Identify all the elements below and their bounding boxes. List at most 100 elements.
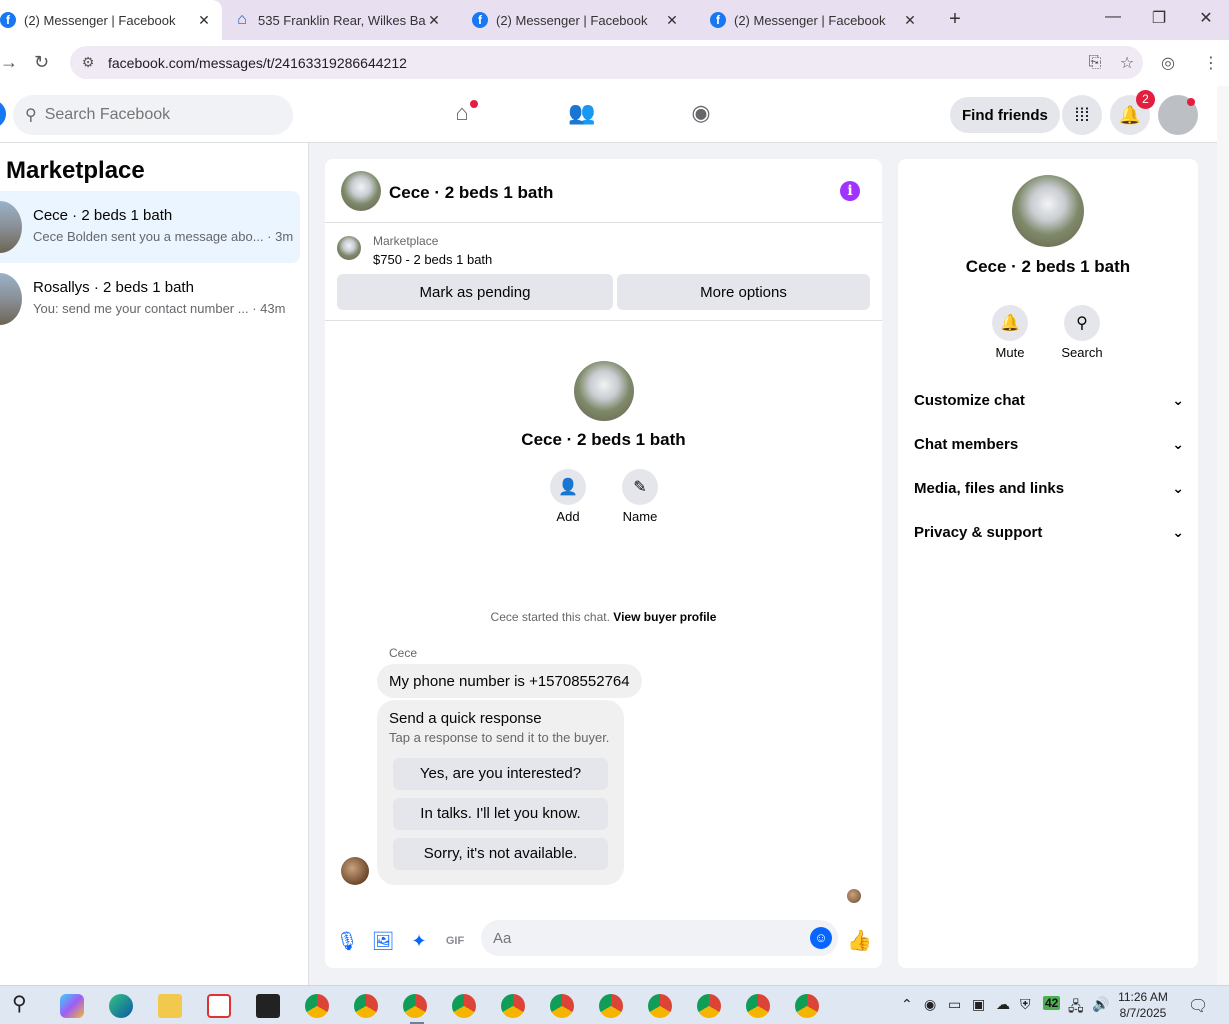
chrome-profile-icon[interactable]: [550, 994, 574, 1018]
close-tab-icon[interactable]: ✕: [902, 12, 918, 29]
browser-tab-2[interactable]: ⌂ 535 Franklin Rear, Wilkes Barre, ✕: [234, 0, 452, 40]
chat-preview: Cece Bolden sent you a message abo... · …: [33, 229, 294, 244]
profile-icon[interactable]: ◎: [1161, 53, 1175, 73]
find-friends-button[interactable]: Find friends: [950, 97, 1060, 133]
chrome-menu-icon[interactable]: ⋮: [1203, 53, 1219, 73]
copilot-icon[interactable]: [60, 994, 84, 1018]
forward-icon[interactable]: →: [0, 52, 18, 73]
close-tab-icon[interactable]: ✕: [664, 12, 680, 29]
sticker-icon[interactable]: ✦: [407, 929, 431, 953]
listing-thumbnail[interactable]: [337, 236, 361, 260]
system-clock[interactable]: 11:26 AM 8/7/2025: [1112, 989, 1174, 1021]
chrome-profile-icon[interactable]: [501, 994, 525, 1018]
photo-icon[interactable]: 🖼: [371, 929, 395, 953]
details-avatar[interactable]: [1012, 175, 1084, 247]
file-explorer-icon[interactable]: [158, 994, 182, 1018]
microphone-icon[interactable]: 🎙: [335, 929, 359, 953]
reload-icon[interactable]: ↻: [34, 52, 49, 73]
notification-center-icon[interactable]: 🗨: [1188, 996, 1208, 1016]
quick-reply-interested[interactable]: Yes, are you interested?: [393, 758, 608, 790]
chrome-profile-icon[interactable]: [305, 994, 329, 1018]
conversation-avatar[interactable]: [341, 171, 381, 211]
seen-indicator-avatar: [847, 889, 861, 903]
facebook-icon: f: [0, 12, 16, 28]
info-icon[interactable]: i: [840, 181, 860, 201]
conversation-title[interactable]: Cece · 2 beds 1 bath: [389, 183, 553, 203]
sticky-notes-icon[interactable]: [256, 994, 280, 1018]
app-tray-icon[interactable]: ▣: [972, 996, 985, 1013]
message-composer[interactable]: ☺: [481, 920, 838, 956]
add-people-button[interactable]: 👤: [550, 469, 586, 505]
search-label: Search: [1061, 345, 1103, 360]
facebook-search[interactable]: ⚲: [13, 95, 293, 135]
message-input[interactable]: [493, 929, 810, 947]
chat-row-cece[interactable]: Cece · 2 beds 1 bath Cece Bolden sent yo…: [0, 191, 300, 263]
chrome-profile-icon[interactable]: [452, 994, 476, 1018]
record-icon[interactable]: ◉: [924, 996, 936, 1013]
edit-name-button[interactable]: ✎: [622, 469, 658, 505]
restore-button[interactable]: ❐: [1136, 8, 1182, 28]
onedrive-icon[interactable]: ☁: [996, 996, 1010, 1013]
friends-icon[interactable]: 👥: [567, 100, 597, 126]
chevron-up-icon[interactable]: ⌃: [901, 996, 913, 1013]
like-thumbs-up-icon[interactable]: 👍: [847, 929, 872, 953]
groups-icon[interactable]: ◉: [686, 100, 716, 126]
add-person-icon: 👤: [558, 479, 578, 496]
emoji-icon[interactable]: ☺: [810, 927, 832, 949]
section-chat-members[interactable]: Chat members ⌄: [914, 424, 1184, 464]
mute-button[interactable]: 🔔: [992, 305, 1028, 341]
chrome-profile-icon[interactable]: [746, 994, 770, 1018]
search-input[interactable]: [44, 106, 265, 124]
search-conversation-button[interactable]: ⚲: [1064, 305, 1100, 341]
close-window-button[interactable]: ✕: [1183, 8, 1229, 28]
chrome-profile-icon[interactable]: [403, 994, 427, 1018]
quick-reply-in-talks[interactable]: In talks. I'll let you know.: [393, 798, 608, 830]
facebook-logo[interactable]: [0, 100, 6, 128]
section-customize-chat[interactable]: Customize chat ⌄: [914, 380, 1184, 420]
volume-icon[interactable]: 🔊: [1092, 996, 1109, 1013]
minimize-button[interactable]: —: [1090, 8, 1136, 26]
chevron-down-icon: ⌄: [1172, 523, 1184, 540]
url-text[interactable]: facebook.com/messages/t/2416331928664421…: [108, 55, 1079, 71]
menu-grid-button[interactable]: ⁞⁞⁞: [1062, 95, 1102, 135]
browser-tab-3[interactable]: f (2) Messenger | Facebook ✕: [472, 0, 690, 40]
listing-price[interactable]: $750 - 2 beds 1 bath: [373, 252, 492, 267]
omnibox[interactable]: ⚙ facebook.com/messages/t/24163319286644…: [70, 46, 1143, 79]
account-notification-dot: [1187, 98, 1195, 106]
section-media-files-links[interactable]: Media, files and links ⌄: [914, 468, 1184, 508]
snipping-tool-icon[interactable]: [207, 994, 231, 1018]
more-options-button[interactable]: More options: [617, 274, 870, 310]
page-scrollbar[interactable]: [1217, 86, 1229, 985]
battery-indicator[interactable]: 42: [1043, 996, 1061, 1010]
bookmark-star-icon[interactable]: ☆: [1111, 53, 1143, 73]
security-icon[interactable]: ⛨: [1020, 996, 1031, 1013]
chrome-icon[interactable]: [795, 994, 819, 1018]
meet-icon[interactable]: ▭: [948, 996, 961, 1013]
chrome-profile-icon[interactable]: [599, 994, 623, 1018]
tab-title: (2) Messenger | Facebook: [734, 12, 886, 28]
gif-icon[interactable]: GIF: [443, 929, 467, 953]
mark-pending-button[interactable]: Mark as pending: [337, 274, 613, 310]
site-info-icon[interactable]: ⚙: [78, 54, 98, 71]
chrome-profile-icon[interactable]: [697, 994, 721, 1018]
section-privacy-support[interactable]: Privacy & support ⌄: [914, 512, 1184, 552]
close-tab-icon[interactable]: ✕: [196, 12, 212, 29]
quick-reply-not-available[interactable]: Sorry, it's not available.: [393, 838, 608, 870]
browser-tab-1[interactable]: f (2) Messenger | Facebook ✕: [0, 0, 222, 40]
search-icon[interactable]: ⚲: [12, 991, 27, 1016]
chat-row-rosallys[interactable]: Rosallys · 2 beds 1 bath You: send me yo…: [0, 263, 300, 335]
browser-tab-4[interactable]: f (2) Messenger | Facebook ✕: [710, 0, 928, 40]
new-tab-button[interactable]: +: [944, 8, 966, 31]
install-app-icon[interactable]: ⎘: [1079, 54, 1111, 72]
close-tab-icon[interactable]: ✕: [426, 12, 442, 29]
network-icon[interactable]: 🖧: [1068, 996, 1084, 1020]
chrome-profile-icon[interactable]: [648, 994, 672, 1018]
chrome-profile-icon[interactable]: [354, 994, 378, 1018]
sender-avatar[interactable]: [341, 857, 369, 885]
message-text: My phone number is +15708552764: [389, 672, 630, 690]
message-bubble[interactable]: My phone number is +15708552764: [377, 664, 642, 698]
chat-preview: You: send me your contact number ... · 4…: [33, 301, 286, 316]
view-buyer-profile-link[interactable]: View buyer profile: [613, 610, 716, 624]
chat-name: Cece · 2 beds 1 bath: [33, 207, 173, 224]
edge-icon[interactable]: [109, 994, 133, 1018]
